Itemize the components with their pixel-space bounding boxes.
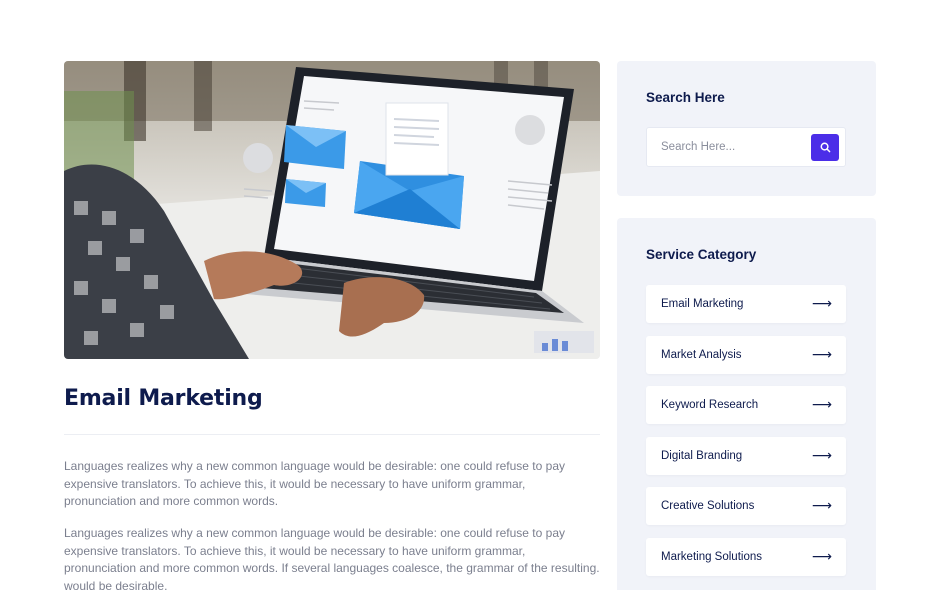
search-box bbox=[646, 127, 846, 167]
category-item-marketing-solutions[interactable]: Marketing Solutions ⟶ bbox=[646, 537, 846, 576]
post-title: Email Marketing bbox=[64, 386, 263, 411]
category-item-digital-branding[interactable]: Digital Branding ⟶ bbox=[646, 436, 846, 475]
title-divider bbox=[64, 434, 600, 435]
arrow-right-icon: ⟶ bbox=[811, 447, 832, 464]
service-category-widget: Service Category Email Marketing ⟶ Marke… bbox=[617, 218, 876, 590]
search-widget-title: Search Here bbox=[646, 90, 725, 105]
category-item-market-analysis[interactable]: Market Analysis ⟶ bbox=[646, 335, 846, 374]
category-item-creative-solutions[interactable]: Creative Solutions ⟶ bbox=[646, 487, 846, 526]
category-label: Email Marketing bbox=[661, 298, 744, 310]
post-paragraph: Languages realizes why a new common lang… bbox=[64, 526, 600, 590]
search-input[interactable] bbox=[661, 128, 801, 166]
category-label: Market Analysis bbox=[661, 348, 742, 361]
search-icon bbox=[820, 142, 830, 153]
arrow-right-icon: ⟶ bbox=[811, 397, 832, 414]
category-label: Creative Solutions bbox=[661, 500, 755, 513]
search-widget: Search Here bbox=[617, 61, 876, 196]
category-label: Keyword Research bbox=[661, 399, 759, 412]
arrow-right-icon: ⟶ bbox=[811, 296, 832, 312]
service-category-title: Service Category bbox=[646, 247, 757, 262]
arrow-right-icon: ⟶ bbox=[811, 498, 832, 515]
search-button[interactable] bbox=[811, 134, 839, 161]
category-label: Digital Branding bbox=[661, 449, 743, 462]
post-paragraph: Languages realizes why a new common lang… bbox=[64, 459, 565, 508]
arrow-right-icon: ⟶ bbox=[811, 548, 832, 565]
category-item-keyword-research[interactable]: Keyword Research ⟶ bbox=[646, 386, 846, 425]
category-item-email-marketing[interactable]: Email Marketing ⟶ bbox=[646, 285, 846, 323]
category-list: Email Marketing ⟶ Market Analysis ⟶ Keyw… bbox=[646, 285, 846, 589]
hero-image bbox=[64, 61, 600, 359]
arrow-right-icon: ⟶ bbox=[811, 346, 832, 363]
category-label: Marketing Solutions bbox=[661, 550, 762, 563]
laptop-email-illustration bbox=[64, 61, 600, 359]
